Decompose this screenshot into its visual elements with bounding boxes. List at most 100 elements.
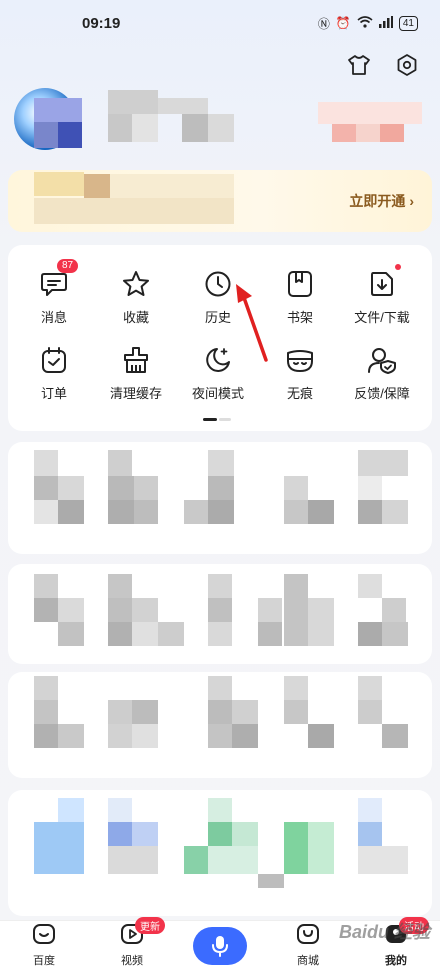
pixelated-region <box>158 98 208 114</box>
blurred-content-card <box>8 790 432 916</box>
pixelated-region <box>358 700 382 724</box>
tool-messages[interactable]: 87 消息 <box>12 259 96 337</box>
pixelated-region <box>208 500 234 524</box>
chevron-right-icon: › <box>409 193 414 209</box>
page-indicator-active <box>203 418 217 421</box>
mask-icon <box>283 343 317 377</box>
pixelated-region <box>308 724 334 748</box>
pixelated-region <box>108 598 132 622</box>
notification-dot <box>395 264 401 270</box>
tool-incognito[interactable]: 无痕 <box>258 343 342 413</box>
pixelated-region <box>58 122 82 148</box>
tool-feedback[interactable]: 反馈/保障 <box>340 343 424 413</box>
vip-cta[interactable]: 立即开通 › <box>349 191 414 211</box>
pixelated-region <box>34 676 58 700</box>
pixelated-region <box>358 622 382 646</box>
moon-icon <box>201 343 235 377</box>
tool-label: 夜间模式 <box>191 386 244 401</box>
tool-favorites[interactable]: 收藏 <box>94 267 178 337</box>
pixelated-region <box>208 450 234 476</box>
pixelated-region <box>358 500 382 524</box>
tab-label: 商城 <box>297 955 319 967</box>
tab-voice-search[interactable] <box>185 926 255 965</box>
pixelated-region <box>34 574 58 598</box>
pixelated-region <box>132 822 158 846</box>
pixelated-region <box>108 724 132 748</box>
pixelated-region <box>58 500 84 524</box>
tab-video[interactable]: 更新 视频 <box>97 917 167 968</box>
pixelated-region <box>232 822 258 846</box>
profile-header[interactable] <box>14 84 426 154</box>
pixelated-region <box>34 700 58 724</box>
pixelated-region <box>208 822 232 846</box>
pixelated-region <box>34 450 58 476</box>
pixelated-region <box>134 476 158 500</box>
bookshelf-icon <box>283 267 317 301</box>
vip-banner[interactable]: 立即开通 › <box>8 170 432 232</box>
tool-label: 无痕 <box>286 386 313 401</box>
pixelated-region <box>358 822 382 846</box>
tab-label: 视频 <box>121 955 143 967</box>
message-icon: 87 <box>37 259 79 301</box>
alarm-icon: ⏰ <box>335 16 351 30</box>
pixelated-region <box>34 500 58 524</box>
tool-label: 反馈/保障 <box>354 386 410 401</box>
pixelated-region <box>284 676 308 700</box>
pixelated-region <box>208 724 232 748</box>
tool-files-downloads[interactable]: 文件/下载 <box>340 264 424 337</box>
pixelated-region <box>358 450 408 476</box>
pixelated-region <box>284 500 308 524</box>
tool-label: 书架 <box>286 310 313 325</box>
shop-icon <box>296 923 320 950</box>
pixelated-region <box>284 822 308 874</box>
tshirt-icon[interactable] <box>346 52 372 78</box>
pixelated-region <box>380 124 404 142</box>
blurred-content-card <box>8 442 432 554</box>
pixelated-region <box>308 500 334 524</box>
pixelated-region <box>108 822 132 846</box>
tool-bookshelf[interactable]: 书架 <box>258 267 342 337</box>
settings-icon[interactable] <box>394 52 420 78</box>
pixelated-region <box>34 598 58 622</box>
pixelated-region <box>108 846 158 874</box>
status-icons: Ⓝ ⏰ 41 <box>318 15 418 32</box>
shield-user-icon <box>365 343 399 377</box>
wifi-icon <box>357 15 373 31</box>
pixelated-region <box>34 98 82 122</box>
pixelated-region <box>258 874 284 888</box>
tool-label: 历史 <box>204 310 231 325</box>
pixelated-region <box>182 114 208 142</box>
star-icon <box>119 267 153 301</box>
pixelated-region <box>132 724 158 748</box>
tool-night-mode[interactable]: 夜间模式 <box>176 343 260 413</box>
order-icon <box>37 343 71 377</box>
clock-icon <box>201 267 235 301</box>
pixelated-region <box>34 198 234 224</box>
tab-shop[interactable]: 商城 <box>273 923 343 968</box>
tool-label: 文件/下载 <box>354 310 410 325</box>
pixelated-region <box>58 598 84 622</box>
status-time: 09:19 <box>82 14 121 32</box>
tab-label: 百度 <box>33 955 55 967</box>
download-file-icon <box>365 264 401 301</box>
tool-history[interactable]: 历史 <box>176 267 260 337</box>
pixelated-region <box>232 724 258 748</box>
microphone-icon <box>193 926 247 965</box>
pixelated-region <box>208 598 232 622</box>
pixelated-region <box>232 700 258 724</box>
pixelated-region <box>208 846 258 874</box>
pixelated-region <box>158 622 184 646</box>
pixelated-region <box>34 822 84 874</box>
pixelated-region <box>308 822 334 874</box>
pixelated-region <box>208 798 232 822</box>
pixelated-region <box>382 598 406 622</box>
pixelated-region <box>110 174 234 198</box>
tool-clear-cache[interactable]: 清理缓存 <box>94 343 178 413</box>
tool-label: 消息 <box>40 310 67 325</box>
pixelated-region <box>34 122 58 148</box>
pixelated-region <box>34 172 84 196</box>
pixelated-region <box>258 622 282 646</box>
tool-orders[interactable]: 订单 <box>12 343 96 413</box>
pixelated-region <box>132 598 158 622</box>
tab-baidu[interactable]: 百度 <box>9 923 79 968</box>
